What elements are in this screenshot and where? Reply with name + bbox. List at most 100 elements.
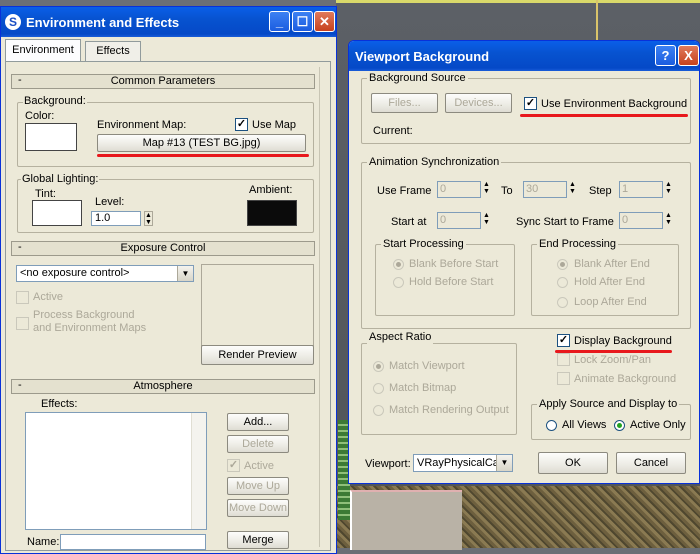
move-down-button[interactable]: Move Down xyxy=(227,499,289,517)
match-viewport-radio[interactable] xyxy=(373,361,384,372)
effects-list[interactable] xyxy=(25,412,207,530)
exposure-select-value: <no exposure control> xyxy=(20,267,130,279)
use-map-label: Use Map xyxy=(252,119,297,131)
exposure-control-select[interactable]: <no exposure control> ▼ xyxy=(16,265,194,282)
viewport-divider xyxy=(596,0,598,40)
blank-before-start-label: Blank Before Start xyxy=(409,258,499,270)
display-background-checkbox[interactable]: ✓ xyxy=(557,334,570,347)
environment-map-button[interactable]: Map #13 (TEST BG.jpg) xyxy=(97,134,306,152)
close-button[interactable]: ✕ xyxy=(314,11,335,32)
lock-zoom-pan-checkbox[interactable] xyxy=(557,353,570,366)
to-label: To xyxy=(501,185,513,197)
ok-button[interactable]: OK xyxy=(538,452,608,474)
hold-after-end-radio[interactable] xyxy=(557,277,568,288)
background-color-swatch[interactable] xyxy=(25,123,77,151)
highlight-underline-map xyxy=(97,154,309,157)
aspect-ratio-title: Aspect Ratio xyxy=(367,331,434,344)
environment-map-label: Environment Map: xyxy=(97,119,187,131)
chevron-down-icon[interactable]: ▼ xyxy=(177,266,193,281)
viewport-select-value: VRayPhysicalCar xyxy=(417,457,503,469)
level-spinner-arrows[interactable]: ▲ ▼ xyxy=(144,211,153,226)
exposure-preview-area xyxy=(201,264,314,346)
match-rendering-output-label: Match Rendering Output xyxy=(389,404,509,416)
env-title: Environment and Effects xyxy=(26,14,180,30)
match-bitmap-label: Match Bitmap xyxy=(389,382,457,394)
devices-button[interactable]: Devices... xyxy=(445,93,512,113)
start-at-arrows[interactable]: ▲ ▼ xyxy=(482,212,491,229)
start-at-spinner[interactable]: 0 xyxy=(437,212,481,229)
to-arrows[interactable]: ▲ ▼ xyxy=(568,181,577,198)
vb-close-button[interactable]: X xyxy=(678,45,699,66)
background-source-title: Background Source xyxy=(367,72,468,85)
render-preview-button[interactable]: Render Preview xyxy=(201,345,314,365)
blank-after-end-radio[interactable] xyxy=(557,259,568,270)
match-rendering-output-radio[interactable] xyxy=(373,405,384,416)
lock-zoom-pan-label: Lock Zoom/Pan xyxy=(574,354,652,366)
blank-before-start-radio[interactable] xyxy=(393,259,404,270)
to-spinner[interactable]: 30 xyxy=(523,181,567,198)
tab-effects[interactable]: Effects xyxy=(85,41,141,61)
panel-scrollbar[interactable] xyxy=(319,67,330,547)
use-environment-background-checkbox[interactable]: ✓ xyxy=(524,97,537,110)
step-spinner[interactable]: 1 xyxy=(619,181,663,198)
animation-sync-title: Animation Synchronization xyxy=(367,156,502,169)
viewport-border xyxy=(336,0,700,3)
match-bitmap-radio[interactable] xyxy=(373,383,384,394)
active-only-label: Active Only xyxy=(630,419,686,431)
use-map-checkbox[interactable]: ✓ xyxy=(235,118,248,131)
maximize-button[interactable]: ☐ xyxy=(292,11,313,32)
delete-effect-button[interactable]: Delete xyxy=(227,435,289,453)
viewport-select[interactable]: VRayPhysicalCar ▼ xyxy=(413,454,513,472)
sync-start-arrows[interactable]: ▲ ▼ xyxy=(664,212,673,229)
start-at-label: Start at xyxy=(391,216,427,228)
display-background-label: Display Background xyxy=(574,335,672,347)
level-spinner[interactable]: 1.0 xyxy=(91,211,141,226)
process-background-checkbox[interactable] xyxy=(16,317,29,330)
ambient-color-swatch[interactable] xyxy=(247,200,297,226)
sync-start-spinner[interactable]: 0 xyxy=(619,212,663,229)
move-up-button[interactable]: Move Up xyxy=(227,477,289,495)
exposure-control-title: Exposure Control xyxy=(120,242,206,254)
exposure-control-rollout[interactable]: - Exposure Control xyxy=(11,241,315,256)
exposure-active-label: Active xyxy=(33,291,63,303)
add-effect-button[interactable]: Add... xyxy=(227,413,289,431)
common-parameters-rollout[interactable]: - Common Parameters xyxy=(11,74,315,89)
use-environment-background-label: Use Environment Background xyxy=(541,98,688,110)
match-viewport-label: Match Viewport xyxy=(389,360,465,372)
active-only-radio[interactable] xyxy=(614,420,625,431)
files-button[interactable]: Files... xyxy=(371,93,438,113)
atmosphere-active-checkbox[interactable]: ✓ xyxy=(227,459,240,472)
apply-to-title: Apply Source and Display to xyxy=(537,398,680,411)
end-processing-title: End Processing xyxy=(537,238,619,251)
exposure-active-checkbox[interactable] xyxy=(16,291,29,304)
hold-before-start-radio[interactable] xyxy=(393,277,404,288)
vb-titlebar[interactable]: Viewport Background xyxy=(349,41,699,71)
merge-button[interactable]: Merge xyxy=(227,531,289,549)
use-frame-arrows[interactable]: ▲ ▼ xyxy=(482,181,491,198)
loop-after-end-radio[interactable] xyxy=(557,297,568,308)
tab-environment[interactable]: Environment xyxy=(5,39,81,61)
atmosphere-rollout[interactable]: - Atmosphere xyxy=(11,379,315,394)
animate-background-checkbox[interactable] xyxy=(557,372,570,385)
name-label: Name: xyxy=(27,536,60,548)
chevron-down-icon[interactable]: ▼ xyxy=(496,455,512,471)
viewport-background-dialog: Viewport Background ? X Background Sourc… xyxy=(348,40,700,484)
all-views-radio[interactable] xyxy=(546,420,557,431)
step-arrows[interactable]: ▲ ▼ xyxy=(664,181,673,198)
process-background-label: Process Background xyxy=(33,309,135,321)
minimize-button[interactable]: _ xyxy=(269,11,290,32)
use-frame-spinner[interactable]: 0 xyxy=(437,181,481,198)
viewport-label: Viewport: xyxy=(365,458,411,470)
effects-scrollbar[interactable] xyxy=(191,413,206,529)
level-label: Level: xyxy=(95,196,125,208)
highlight-underline-display xyxy=(555,350,672,353)
environment-maps-label: and Environment Maps xyxy=(33,322,147,334)
ambient-label: Ambient: xyxy=(249,184,293,196)
common-parameters-title: Common Parameters xyxy=(110,75,216,87)
cancel-button[interactable]: Cancel xyxy=(616,452,686,474)
tab-environment-label: Environment xyxy=(12,44,74,56)
hold-before-start-label: Hold Before Start xyxy=(409,276,494,288)
help-button[interactable]: ? xyxy=(655,45,676,66)
loop-after-end-label: Loop After End xyxy=(574,296,647,308)
tint-color-swatch[interactable] xyxy=(32,200,82,226)
